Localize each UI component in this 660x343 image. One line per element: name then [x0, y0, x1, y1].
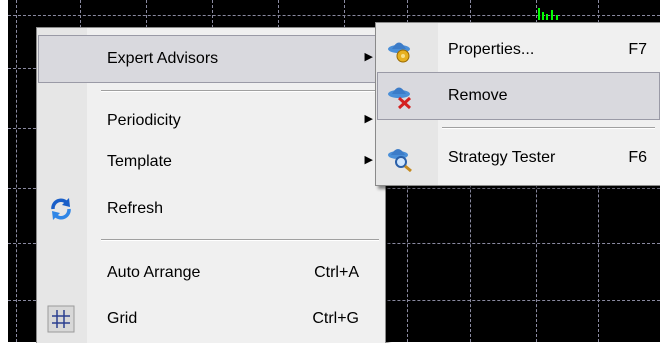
menu-item-strategy-tester[interactable]: Strategy Tester F6	[378, 135, 659, 181]
menu-separator	[101, 90, 379, 92]
menu-separator	[442, 127, 655, 129]
menu-item-label: Properties...	[448, 41, 535, 58]
menu-item-label: Grid	[107, 310, 138, 327]
menu-item-periodicity[interactable]: Periodicity ▶	[39, 98, 383, 144]
candle-bar	[551, 10, 553, 20]
shortcut-label: F7	[628, 41, 647, 58]
candle-bars	[538, 8, 558, 20]
menu-item-label: Template	[107, 153, 172, 170]
shortcut-label: Ctrl+A	[314, 264, 359, 281]
menu-item-label: Auto Arrange	[107, 264, 201, 281]
candle-bar	[542, 12, 544, 20]
menu-item-remove[interactable]: Remove	[377, 72, 660, 120]
menu-item-properties[interactable]: Properties... F7	[378, 27, 659, 73]
chart-context-menu: Expert Advisors ▶ Periodicity ▶ Template…	[36, 27, 386, 343]
menu-item-label: Periodicity	[107, 112, 181, 129]
strategy-tester-icon	[388, 149, 412, 172]
candle-bar	[538, 8, 540, 20]
submenu-arrow-icon: ▶	[364, 113, 373, 125]
expert-advisors-submenu: Properties... F7 Remove Strategy Tester …	[375, 22, 660, 186]
expert-remove-icon	[388, 87, 412, 110]
menu-item-template[interactable]: Template ▶	[39, 139, 383, 185]
menu-item-refresh[interactable]: Refresh	[39, 186, 383, 232]
menu-item-expert-advisors[interactable]: Expert Advisors ▶	[38, 35, 384, 83]
menu-item-label: Refresh	[107, 200, 164, 217]
grid-icon	[47, 305, 75, 333]
shortcut-label: Ctrl+G	[312, 310, 359, 327]
menu-item-label: Expert Advisors	[107, 50, 219, 67]
candle-bar	[556, 15, 558, 20]
menu-item-grid[interactable]: Grid Ctrl+G	[39, 296, 383, 342]
shortcut-label: F6	[628, 149, 647, 166]
grid-line	[16, 0, 17, 342]
refresh-icon	[51, 198, 71, 220]
submenu-arrow-icon: ▶	[364, 51, 373, 63]
expert-properties-icon	[388, 42, 410, 63]
candle-bar	[546, 14, 548, 20]
submenu-arrow-icon: ▶	[364, 154, 373, 166]
menu-separator	[101, 239, 379, 241]
menu-item-label: Remove	[448, 87, 508, 104]
menu-item-label: Strategy Tester	[448, 149, 556, 166]
menu-item-auto-arrange[interactable]: Auto Arrange Ctrl+A	[39, 250, 383, 296]
